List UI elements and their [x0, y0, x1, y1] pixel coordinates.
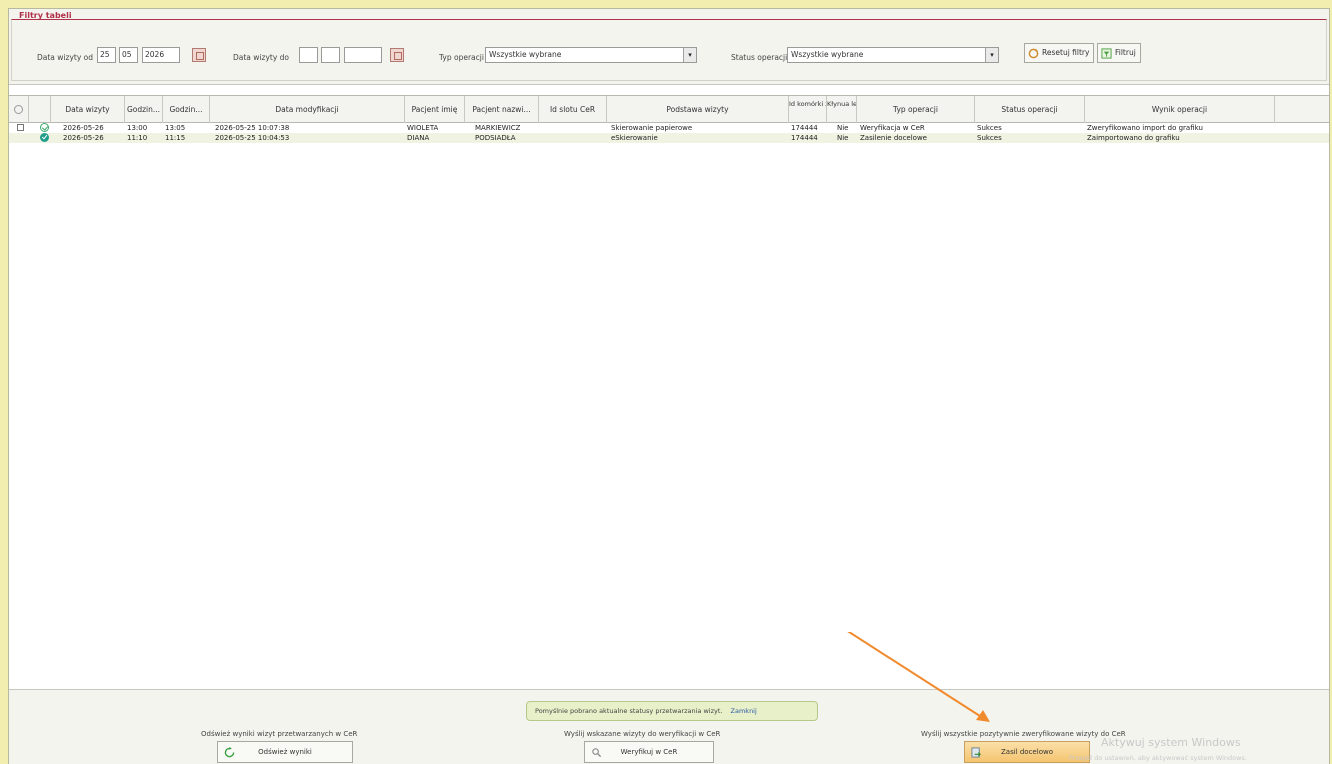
reset-icon [1028, 48, 1039, 58]
cell-date: 2026-05-26 [63, 124, 104, 132]
cell-first-name: DIANA [407, 134, 430, 142]
cell-last-name: MARKIEWICZ [475, 124, 521, 132]
filters-title: Filtry tabeli [19, 11, 72, 20]
export-icon [971, 747, 981, 758]
filter-button[interactable]: Filtruj [1097, 43, 1141, 63]
cell-modified: 2026-05-25 10:07:38 [215, 124, 290, 132]
cell-date: 2026-05-26 [63, 134, 104, 142]
visits-table: Data wizyty Godzin... Godzin... Data mod… [9, 95, 1329, 143]
reset-filters-label: Resetuj filtry [1042, 48, 1090, 57]
cell-to: 13:05 [165, 124, 186, 132]
header-flag[interactable]: Kłynua lecz... [827, 96, 857, 123]
filter-icon [1101, 47, 1112, 59]
header-basis[interactable]: Podstawa wizyty [607, 96, 789, 123]
cell-flag: Nie [837, 134, 849, 142]
main-window: Filtry tabeli Data wizyty od 25 05 2026 … [8, 8, 1330, 764]
header-result[interactable]: Wynik operacji [1085, 96, 1275, 123]
op-status-label: Status operacji [731, 53, 788, 62]
row-checkbox[interactable] [17, 124, 24, 131]
verify-caption: Wyślij wskazane wizyty do weryfikacji w … [564, 730, 721, 738]
reset-filters-button[interactable]: Resetuj filtry [1024, 43, 1095, 63]
cell-basis: Skierowanie papierowe [611, 124, 693, 132]
header-modified[interactable]: Data modyfikacji [210, 96, 405, 123]
verify-cer-button[interactable]: Weryfikuj w CeR [584, 741, 714, 763]
date-from-year-input[interactable]: 2026 [142, 47, 180, 63]
notification-toast: Pomyślnie pobrano aktualne statusy przet… [526, 701, 818, 721]
op-type-select[interactable]: Wszystkie wybrane ▾ [485, 47, 697, 63]
date-to-month-input[interactable] [321, 47, 340, 63]
cell-flag: Nie [837, 124, 849, 132]
cell-first-name: WIOLETA [407, 124, 439, 132]
search-icon [592, 748, 602, 758]
windows-activation-watermark: Aktywuj system Windows [1101, 736, 1241, 749]
verify-cer-label: Weryfikuj w CeR [620, 748, 678, 756]
header-cell-id[interactable]: Id komórki ze słow... [789, 96, 827, 123]
cell-op-status: Sukces [977, 134, 1002, 142]
refresh-results-label: Odśwież wyniki [258, 748, 312, 756]
header-visit-date[interactable]: Data wizyty [51, 96, 125, 123]
cell-from: 11:10 [127, 134, 148, 142]
status-icon [14, 105, 23, 114]
cell-op-status: Sukces [977, 124, 1002, 132]
header-first-name[interactable]: Pacjent imię [405, 96, 465, 123]
op-type-label: Typ operacji [439, 53, 484, 62]
header-select[interactable] [29, 96, 51, 123]
cell-to: 11:15 [165, 134, 186, 142]
cell-last-name: PODSIADŁA [475, 134, 516, 142]
table-row[interactable]: 2026-05-26 11:10 11:15 2026-05-25 10:04:… [9, 133, 1329, 143]
chevron-down-icon[interactable]: ▾ [683, 48, 696, 62]
header-slot-id[interactable]: Id slotu CeR [539, 96, 607, 123]
date-to-calendar-icon[interactable] [390, 48, 404, 62]
cell-op-type: Weryfikacja w CeR [860, 124, 925, 132]
cell-op-type: Zasilenie docelowe [860, 134, 927, 142]
header-last-name[interactable]: Pacjent nazwi... [465, 96, 539, 123]
date-from-day-input[interactable]: 25 [97, 47, 116, 63]
refresh-results-button[interactable]: Odśwież wyniki [217, 741, 353, 763]
action-bar: Pomyślnie pobrano aktualne statusy przet… [9, 689, 1329, 764]
header-time-to[interactable]: Godzin... [163, 96, 210, 123]
date-from-calendar-icon[interactable] [192, 48, 206, 62]
chevron-down-icon[interactable]: ▾ [985, 48, 998, 62]
date-from-label: Data wizyty od [37, 53, 93, 62]
check-circle-filled-icon [40, 133, 49, 142]
cell-from: 13:00 [127, 124, 148, 132]
op-status-select[interactable]: Wszystkie wybrane ▾ [787, 47, 999, 63]
refresh-icon [224, 747, 235, 758]
filters-panel: Filtry tabeli Data wizyty od 25 05 2026 … [9, 9, 1329, 85]
cell-cell-id: 174444 [791, 124, 818, 132]
header-time-from[interactable]: Godzin... [125, 96, 163, 123]
date-to-label: Data wizyty do [233, 53, 289, 62]
header-op-status[interactable]: Status operacji [975, 96, 1085, 123]
annotation-arrow-icon [847, 632, 990, 722]
toast-message: Pomyślnie pobrano aktualne statusy przet… [535, 707, 723, 715]
filter-label: Filtruj [1115, 48, 1136, 57]
check-circle-outline-icon [40, 123, 49, 132]
cell-result: Zweryfikowano import do grafiku [1087, 124, 1203, 132]
windows-activation-subtext: Przejdź do ustawień, aby aktywować syste… [1069, 754, 1247, 762]
table-row[interactable]: 2026-05-26 13:00 13:05 2026-05-25 10:07:… [9, 123, 1329, 133]
op-status-value: Wszystkie wybrane [791, 50, 864, 59]
send-target-label: Zasil docelowo [1001, 748, 1053, 756]
op-type-value: Wszystkie wybrane [489, 50, 562, 59]
table-header: Data wizyty Godzin... Godzin... Data mod… [9, 95, 1329, 123]
cell-basis: eSkierowanie [611, 134, 658, 142]
refresh-caption: Odśwież wyniki wizyt przetwarzanych w Ce… [201, 730, 358, 738]
cell-modified: 2026-05-25 10:04:53 [215, 134, 290, 142]
header-status[interactable] [9, 96, 29, 123]
header-op-type[interactable]: Typ operacji [857, 96, 975, 123]
date-to-day-input[interactable] [299, 47, 318, 63]
cell-cell-id: 174444 [791, 134, 818, 142]
header-filler [1275, 96, 1329, 123]
cell-result: Zaimportowano do grafiku [1087, 134, 1180, 142]
toast-close-link[interactable]: Zamknij [731, 707, 757, 715]
date-from-month-input[interactable]: 05 [119, 47, 138, 63]
date-to-year-input[interactable] [344, 47, 382, 63]
